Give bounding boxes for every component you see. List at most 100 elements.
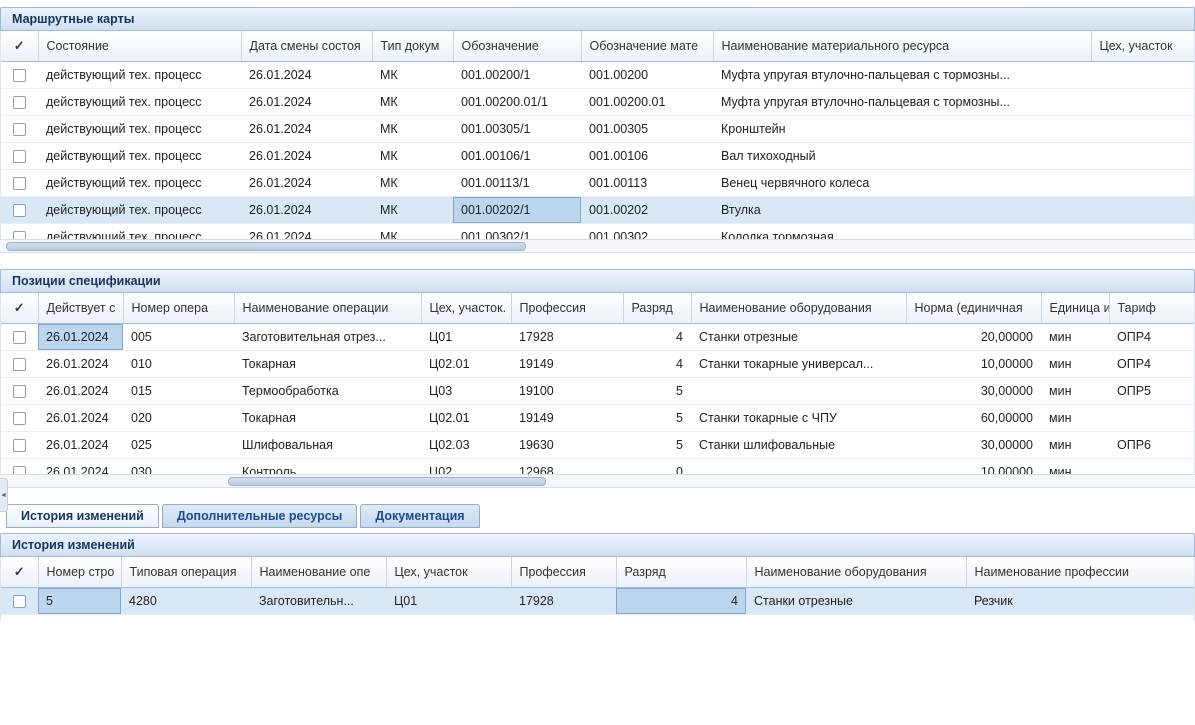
cell[interactable]: 26.01.2024 xyxy=(38,350,123,377)
checkbox-cell[interactable] xyxy=(1,350,38,377)
column-header[interactable]: Тариф xyxy=(1109,293,1195,323)
cell[interactable]: 26.01.2024 xyxy=(38,323,123,350)
cell[interactable]: 26.01.2024 xyxy=(241,115,372,142)
table-row[interactable]: 26.01.2024025ШлифовальнаяЦ02.03196305Ста… xyxy=(1,431,1195,458)
table-row[interactable]: действующий тех. процесс26.01.2024МК001.… xyxy=(1,115,1195,142)
cell[interactable]: Станки отрезные xyxy=(691,323,906,350)
cell[interactable]: 001.00113 xyxy=(581,169,713,196)
column-header[interactable]: Наименование материального ресурса xyxy=(713,31,1091,61)
row-checkbox[interactable] xyxy=(13,231,26,239)
cell[interactable]: 19149 xyxy=(511,404,623,431)
cell[interactable]: 0 xyxy=(623,458,691,474)
cell[interactable]: 12968 xyxy=(511,458,623,474)
cell[interactable]: МК xyxy=(372,196,453,223)
cell[interactable]: Муфта упругая втулочно-пальцевая с тормо… xyxy=(713,61,1091,88)
table-row[interactable]: действующий тех. процесс26.01.2024МК001.… xyxy=(1,223,1195,239)
cell[interactable] xyxy=(1109,458,1195,474)
cell[interactable]: мин xyxy=(1041,458,1109,474)
cell[interactable]: 020 xyxy=(123,404,234,431)
row-checkbox[interactable] xyxy=(13,96,26,109)
column-header[interactable]: Дата смены состоя xyxy=(241,31,372,61)
cell[interactable]: 26.01.2024 xyxy=(38,377,123,404)
cell[interactable]: 5 xyxy=(623,377,691,404)
cell[interactable]: 5 xyxy=(38,587,121,614)
cell[interactable]: действующий тех. процесс xyxy=(38,223,241,239)
tab-documentation[interactable]: Документация xyxy=(360,504,479,528)
cell[interactable]: 001.00106 xyxy=(581,142,713,169)
cell[interactable]: Ц02.01 xyxy=(421,404,511,431)
cell[interactable]: мин xyxy=(1041,431,1109,458)
cell[interactable]: Станки шлифовальные xyxy=(691,431,906,458)
cell[interactable]: 26.01.2024 xyxy=(241,196,372,223)
cell[interactable]: МК xyxy=(372,115,453,142)
cell[interactable]: мин xyxy=(1041,323,1109,350)
cell[interactable]: 010 xyxy=(123,350,234,377)
cell[interactable]: 26.01.2024 xyxy=(241,223,372,239)
cell[interactable]: 17928 xyxy=(511,587,616,614)
column-header[interactable]: Наименование оборудования xyxy=(746,557,966,587)
cell[interactable] xyxy=(691,377,906,404)
column-header[interactable]: Номер стро xyxy=(38,557,121,587)
column-header[interactable]: Номер опера xyxy=(123,293,234,323)
cell[interactable]: Заготовительн... xyxy=(251,587,386,614)
row-checkbox[interactable] xyxy=(13,177,26,190)
cell[interactable]: Термообработка xyxy=(234,377,421,404)
cell[interactable]: 17928 xyxy=(511,323,623,350)
cell[interactable]: 4280 xyxy=(121,587,251,614)
checkbox-cell[interactable] xyxy=(1,377,38,404)
cell[interactable]: 001.00302 xyxy=(581,223,713,239)
cell[interactable]: Вал тихоходный xyxy=(713,142,1091,169)
column-header[interactable]: Наименование опе xyxy=(251,557,386,587)
cell[interactable]: 4 xyxy=(623,350,691,377)
row-checkbox[interactable] xyxy=(13,412,26,425)
checkbox-cell[interactable] xyxy=(1,431,38,458)
cell[interactable]: 4 xyxy=(616,587,746,614)
cell[interactable]: 005 xyxy=(123,323,234,350)
cell[interactable]: Станки токарные с ЧПУ xyxy=(691,404,906,431)
table-row[interactable]: 26.01.2024015ТермообработкаЦ0319100530,0… xyxy=(1,377,1195,404)
column-header[interactable]: Единица и xyxy=(1041,293,1109,323)
table-row[interactable]: 26.01.2024020ТокарнаяЦ02.01191495Станки … xyxy=(1,404,1195,431)
cell[interactable]: 030 xyxy=(123,458,234,474)
cell[interactable]: 001.00200.01 xyxy=(581,88,713,115)
row-checkbox[interactable] xyxy=(13,385,26,398)
cell[interactable]: 20,00000 xyxy=(906,323,1041,350)
cell[interactable]: Ц02.03 xyxy=(421,431,511,458)
cell[interactable]: ОПР5 xyxy=(1109,377,1195,404)
column-header[interactable]: Наименование операции xyxy=(234,293,421,323)
cell[interactable]: Втулка xyxy=(713,196,1091,223)
column-header[interactable]: Норма (единичная xyxy=(906,293,1041,323)
table-row[interactable]: 26.01.2024005Заготовительная отрез...Ц01… xyxy=(1,323,1195,350)
select-all-header[interactable]: ✓ xyxy=(1,293,38,323)
row-checkbox[interactable] xyxy=(13,466,26,474)
row-checkbox[interactable] xyxy=(13,204,26,217)
column-header[interactable]: Обозначение мате xyxy=(581,31,713,61)
row-checkbox[interactable] xyxy=(13,123,26,136)
column-header[interactable]: Цех, участок. xyxy=(421,293,511,323)
cell[interactable]: 19630 xyxy=(511,431,623,458)
cell[interactable]: Венец червячного колеса xyxy=(713,169,1091,196)
cell[interactable]: 015 xyxy=(123,377,234,404)
cell[interactable]: 001.00202 xyxy=(581,196,713,223)
cell[interactable]: 30,00000 xyxy=(906,377,1041,404)
row-checkbox[interactable] xyxy=(13,439,26,452)
route-maps-hscrollbar[interactable] xyxy=(0,239,1195,253)
cell[interactable]: Кронштейн xyxy=(713,115,1091,142)
cell[interactable]: МК xyxy=(372,169,453,196)
cell[interactable] xyxy=(691,458,906,474)
cell[interactable]: 26.01.2024 xyxy=(38,404,123,431)
cell[interactable]: 19100 xyxy=(511,377,623,404)
checkbox-cell[interactable] xyxy=(1,142,38,169)
checkbox-cell[interactable] xyxy=(1,61,38,88)
cell[interactable]: 001.00302/1 xyxy=(453,223,581,239)
cell[interactable]: МК xyxy=(372,142,453,169)
column-header[interactable]: Профессия xyxy=(511,557,616,587)
select-all-header[interactable]: ✓ xyxy=(1,31,38,61)
cell[interactable]: действующий тех. процесс xyxy=(38,142,241,169)
row-checkbox[interactable] xyxy=(13,69,26,82)
row-checkbox[interactable] xyxy=(13,358,26,371)
column-header[interactable]: Цех, участок xyxy=(386,557,511,587)
checkbox-cell[interactable] xyxy=(1,115,38,142)
cell[interactable]: 001.00200 xyxy=(581,61,713,88)
column-header[interactable]: Профессия xyxy=(511,293,623,323)
